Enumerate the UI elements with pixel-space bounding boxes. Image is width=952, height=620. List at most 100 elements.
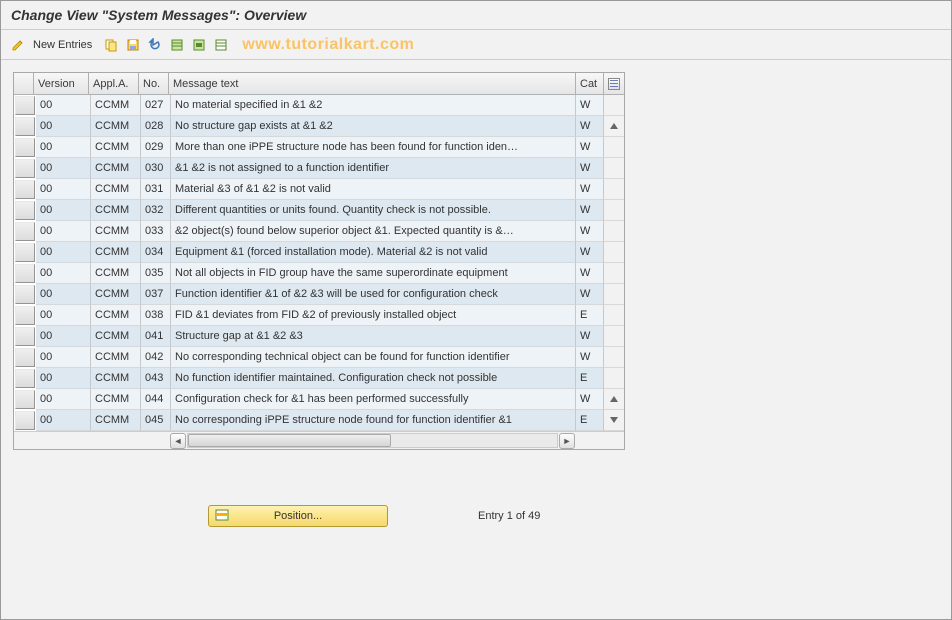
cell-msg[interactable]: Different quantities or units found. Qua… [171,200,576,221]
cell-version[interactable]: 00 [36,179,91,200]
cell-version[interactable]: 00 [36,389,91,410]
cell-no[interactable]: 035 [141,263,171,284]
cell-no[interactable]: 037 [141,284,171,305]
row-selector[interactable] [15,348,35,367]
cell-appl[interactable]: CCMM [91,347,141,368]
hscroll-track[interactable] [187,433,558,448]
cell-msg[interactable]: No function identifier maintained. Confi… [171,368,576,389]
col-header-no[interactable]: No. [139,73,169,94]
cell-appl[interactable]: CCMM [91,284,141,305]
cell-no[interactable]: 045 [141,410,171,431]
cell-cat[interactable]: W [576,263,604,284]
cell-version[interactable]: 00 [36,284,91,305]
cell-no[interactable]: 033 [141,221,171,242]
pencil-icon[interactable] [9,36,27,54]
row-selector[interactable] [15,369,35,388]
cell-version[interactable]: 00 [36,410,91,431]
scroll-down-icon[interactable] [609,415,619,425]
cell-no[interactable]: 031 [141,179,171,200]
row-selector[interactable] [15,138,35,157]
cell-version[interactable]: 00 [36,200,91,221]
cell-cat[interactable]: W [576,389,604,410]
cell-msg[interactable]: Structure gap at &1 &2 &3 [171,326,576,347]
cell-msg[interactable]: No structure gap exists at &1 &2 [171,116,576,137]
deselect-all-icon[interactable] [212,36,230,54]
cell-appl[interactable]: CCMM [91,305,141,326]
scroll-up-icon[interactable] [609,121,619,131]
cell-appl[interactable]: CCMM [91,95,141,116]
cell-appl[interactable]: CCMM [91,410,141,431]
cell-cat[interactable]: W [576,242,604,263]
cell-version[interactable]: 00 [36,368,91,389]
col-header-select[interactable] [14,73,34,94]
row-selector[interactable] [15,264,35,283]
cell-appl[interactable]: CCMM [91,368,141,389]
cell-msg[interactable]: Material &3 of &1 &2 is not valid [171,179,576,200]
col-header-cat[interactable]: Cat [576,73,604,94]
cell-version[interactable]: 00 [36,242,91,263]
cell-cat[interactable]: W [576,284,604,305]
row-selector[interactable] [15,390,35,409]
cell-appl[interactable]: CCMM [91,179,141,200]
cell-version[interactable]: 00 [36,95,91,116]
cell-cat[interactable]: W [576,116,604,137]
row-selector[interactable] [15,327,35,346]
cell-cat[interactable]: E [576,410,604,431]
cell-msg[interactable]: Not all objects in FID group have the sa… [171,263,576,284]
hscroll-left-button[interactable]: ◄ [170,433,186,449]
col-header-msg[interactable]: Message text [169,73,576,94]
cell-msg[interactable]: No corresponding iPPE structure node fou… [171,410,576,431]
select-all-icon[interactable] [168,36,186,54]
hscroll-right-button[interactable]: ► [559,433,575,449]
cell-msg[interactable]: Configuration check for &1 has been perf… [171,389,576,410]
new-entries-button[interactable]: New Entries [33,39,92,51]
cell-appl[interactable]: CCMM [91,242,141,263]
cell-msg[interactable]: &1 &2 is not assigned to a function iden… [171,158,576,179]
cell-msg[interactable]: More than one iPPE structure node has be… [171,137,576,158]
cell-version[interactable]: 00 [36,221,91,242]
col-header-appl[interactable]: Appl.A. [89,73,139,94]
cell-no[interactable]: 030 [141,158,171,179]
cell-cat[interactable]: W [576,158,604,179]
cell-version[interactable]: 00 [36,137,91,158]
cell-version[interactable]: 00 [36,326,91,347]
cell-cat[interactable]: W [576,137,604,158]
cell-no[interactable]: 027 [141,95,171,116]
cell-no[interactable]: 029 [141,137,171,158]
cell-cat[interactable]: W [576,200,604,221]
cell-no[interactable]: 043 [141,368,171,389]
hscroll-thumb[interactable] [188,434,391,447]
row-selector[interactable] [15,285,35,304]
row-selector[interactable] [15,222,35,241]
cell-appl[interactable]: CCMM [91,326,141,347]
cell-appl[interactable]: CCMM [91,263,141,284]
table-config-button[interactable] [604,73,624,94]
cell-cat[interactable]: W [576,221,604,242]
cell-cat[interactable]: E [576,305,604,326]
cell-no[interactable]: 032 [141,200,171,221]
cell-version[interactable]: 00 [36,263,91,284]
row-selector[interactable] [15,117,35,136]
cell-cat[interactable]: W [576,347,604,368]
cell-no[interactable]: 042 [141,347,171,368]
undo-icon[interactable] [146,36,164,54]
cell-cat[interactable]: W [576,179,604,200]
row-selector[interactable] [15,411,35,430]
cell-version[interactable]: 00 [36,158,91,179]
row-selector[interactable] [15,243,35,262]
cell-version[interactable]: 00 [36,116,91,137]
cell-no[interactable]: 034 [141,242,171,263]
cell-no[interactable]: 044 [141,389,171,410]
cell-msg[interactable]: &2 object(s) found below superior object… [171,221,576,242]
copy-icon[interactable] [102,36,120,54]
save-icon[interactable] [124,36,142,54]
cell-cat[interactable]: W [576,95,604,116]
cell-no[interactable]: 028 [141,116,171,137]
cell-version[interactable]: 00 [36,347,91,368]
row-selector[interactable] [15,201,35,220]
cell-version[interactable]: 00 [36,305,91,326]
cell-cat[interactable]: W [576,326,604,347]
cell-appl[interactable]: CCMM [91,389,141,410]
cell-msg[interactable]: FID &1 deviates from FID &2 of previousl… [171,305,576,326]
position-button[interactable]: Position... [208,505,388,527]
